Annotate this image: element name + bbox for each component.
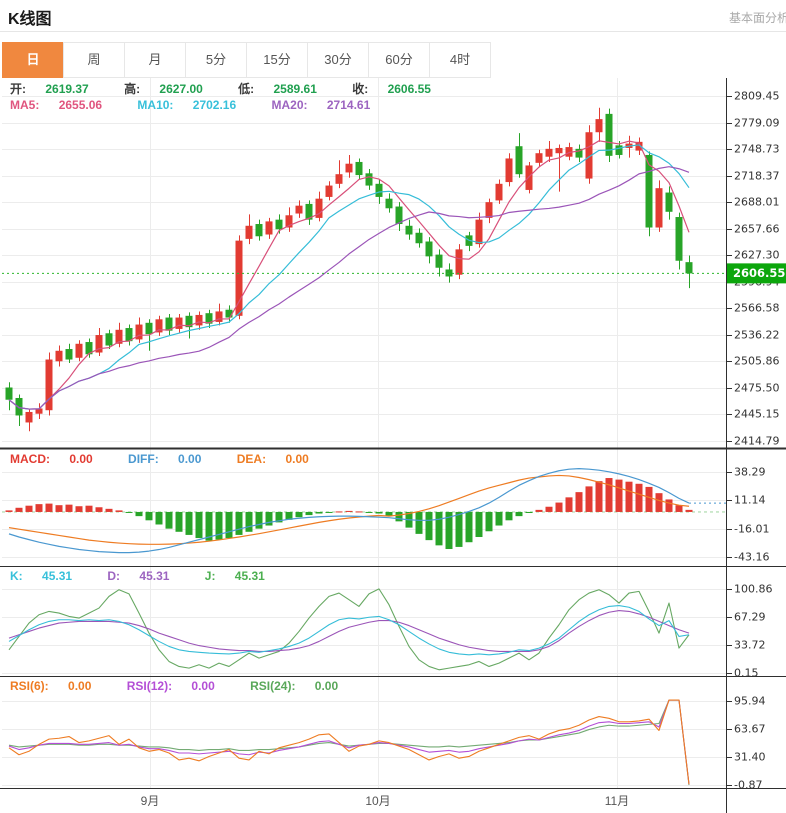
rsi12-label: RSI(12):: [127, 679, 172, 693]
page-title: K线图: [8, 5, 52, 29]
ma10-label: MA10:: [137, 98, 173, 112]
open-label: 开:: [10, 82, 26, 96]
tab-month[interactable]: 月: [124, 42, 186, 78]
ohlc-legend: 开: 2619.37 高: 2627.00 低: 2589.61 收: 2606…: [10, 80, 463, 97]
open-value: 2619.37: [45, 82, 88, 96]
rsi24-label: RSI(24):: [250, 679, 295, 693]
ma-legend: MA5: 2655.06 MA10: 2702.16 MA20: 2714.61: [10, 98, 402, 112]
macd-value: 0.00: [69, 452, 92, 466]
tab-week[interactable]: 周: [63, 42, 125, 78]
diff-value: 0.00: [178, 452, 201, 466]
tab-15min[interactable]: 15分: [246, 42, 308, 78]
tab-4hour[interactable]: 4时: [429, 42, 491, 78]
j-label: J:: [205, 569, 216, 583]
rsi12-value: 0.00: [191, 679, 214, 693]
kdj-legend: K: 45.31 D: 45.31 J: 45.31: [10, 569, 297, 583]
macd-label: MACD:: [10, 452, 50, 466]
dea-value: 0.00: [285, 452, 308, 466]
diff-label: DIFF:: [128, 452, 159, 466]
high-label: 高:: [124, 82, 140, 96]
x-axis-label-nov: 11月: [605, 792, 629, 809]
close-label: 收:: [352, 82, 368, 96]
low-value: 2589.61: [274, 82, 317, 96]
tab-60min[interactable]: 60分: [368, 42, 430, 78]
ma20-value: 2714.61: [327, 98, 370, 112]
ma5-value: 2655.06: [59, 98, 102, 112]
d-label: D:: [107, 569, 120, 583]
tab-day[interactable]: 日: [2, 42, 64, 78]
ma10-value: 2702.16: [193, 98, 236, 112]
tab-30min[interactable]: 30分: [307, 42, 369, 78]
k-value: 45.31: [42, 569, 72, 583]
j-value: 45.31: [235, 569, 265, 583]
macd-legend: MACD: 0.00 DIFF: 0.00 DEA: 0.00: [10, 452, 341, 466]
rsi24-value: 0.00: [315, 679, 338, 693]
rsi6-label: RSI(6):: [10, 679, 49, 693]
rsi-legend: RSI(6): 0.00 RSI(12): 0.00 RSI(24): 0.00: [10, 679, 370, 693]
k-label: K:: [10, 569, 23, 583]
x-axis-label-oct: 10月: [365, 792, 390, 809]
header: K线图 基本面分析: [0, 0, 786, 32]
x-axis-label-sep: 9月: [141, 792, 160, 809]
tab-5min[interactable]: 5分: [185, 42, 247, 78]
high-value: 2627.00: [159, 82, 202, 96]
low-label: 低:: [238, 82, 254, 96]
close-value: 2606.55: [388, 82, 431, 96]
rsi6-value: 0.00: [68, 679, 91, 693]
dea-label: DEA:: [237, 452, 266, 466]
ma5-label: MA5:: [10, 98, 39, 112]
ma20-label: MA20:: [272, 98, 308, 112]
fundamental-analysis-link[interactable]: 基本面分析: [729, 9, 786, 26]
d-value: 45.31: [139, 569, 169, 583]
period-tabs: 日 周 月 5分 15分 30分 60分 4时: [2, 42, 491, 78]
kline-app: K线图 基本面分析 日 周 月 5分 15分 30分 60分 4时 开: 261…: [0, 0, 786, 813]
